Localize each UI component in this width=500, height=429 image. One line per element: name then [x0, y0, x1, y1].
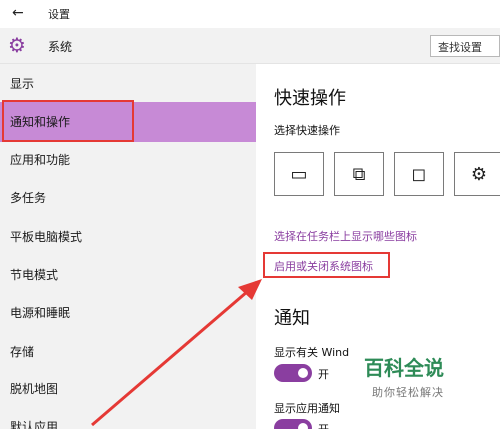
sidebar-item-power-sleep[interactable]: 电源和睡眠	[0, 293, 256, 333]
annotation-highlight-box	[263, 252, 390, 278]
gear-icon: ⚙	[8, 33, 26, 57]
show-windows-tips-label: 显示有关 Wind	[274, 346, 350, 359]
sidebar-item-multitasking[interactable]: 多任务	[0, 178, 256, 218]
toggle-state-label: 开	[318, 421, 329, 429]
toggle-knob	[298, 368, 308, 378]
note-icon: ◻	[411, 163, 427, 185]
page-header: ⚙ 系统 查找设置	[0, 28, 500, 64]
show-app-notifications-label: 显示应用通知	[274, 402, 340, 415]
taskbar-icons-link[interactable]: 选择在任务栏上显示哪些图标	[274, 228, 417, 244]
annotation-highlight-box	[2, 100, 134, 142]
windows-tips-toggle[interactable]	[274, 364, 312, 382]
sidebar-item-storage[interactable]: 存储	[0, 332, 256, 372]
window-title: 设置	[48, 8, 70, 21]
sidebar-item-default-apps[interactable]: 默认应用	[0, 407, 256, 429]
sidebar-item-tablet-mode[interactable]: 平板电脑模式	[0, 217, 256, 257]
watermark-subtitle: 助你轻松解决	[372, 386, 444, 399]
quick-action-tile-settings[interactable]: ⚙	[454, 152, 500, 196]
watermark: 百科全说 助你轻松解决	[350, 352, 500, 412]
toggle-state-label: 开	[318, 368, 329, 381]
back-arrow-icon[interactable]: ←	[12, 5, 24, 21]
sidebar-item-battery-saver[interactable]: 节电模式	[0, 255, 256, 295]
title-bar: ← 设置	[0, 0, 500, 28]
page-title: 系统	[48, 40, 73, 54]
quick-actions-heading: 快速操作	[274, 88, 346, 109]
project-icon: ⧉	[352, 163, 366, 185]
quick-action-tile-tablet[interactable]: ▭	[274, 152, 324, 196]
search-input[interactable]: 查找设置	[430, 35, 500, 57]
sidebar-item-display[interactable]: 显示	[0, 64, 256, 104]
toggle-knob	[298, 423, 308, 429]
quick-action-tile-note[interactable]: ◻	[394, 152, 444, 196]
app-notifications-toggle[interactable]	[274, 419, 312, 429]
settings-icon: ⚙	[470, 163, 488, 185]
tablet-mode-icon: ▭	[290, 163, 308, 185]
quick-action-tile-project[interactable]: ⧉	[334, 152, 384, 196]
sidebar-item-apps-features[interactable]: 应用和功能	[0, 140, 256, 180]
choose-quick-actions-label: 选择快速操作	[274, 124, 340, 137]
notifications-heading: 通知	[274, 308, 310, 329]
watermark-title: 百科全说	[364, 356, 444, 380]
sidebar-item-offline-maps[interactable]: 脱机地图	[0, 369, 256, 409]
